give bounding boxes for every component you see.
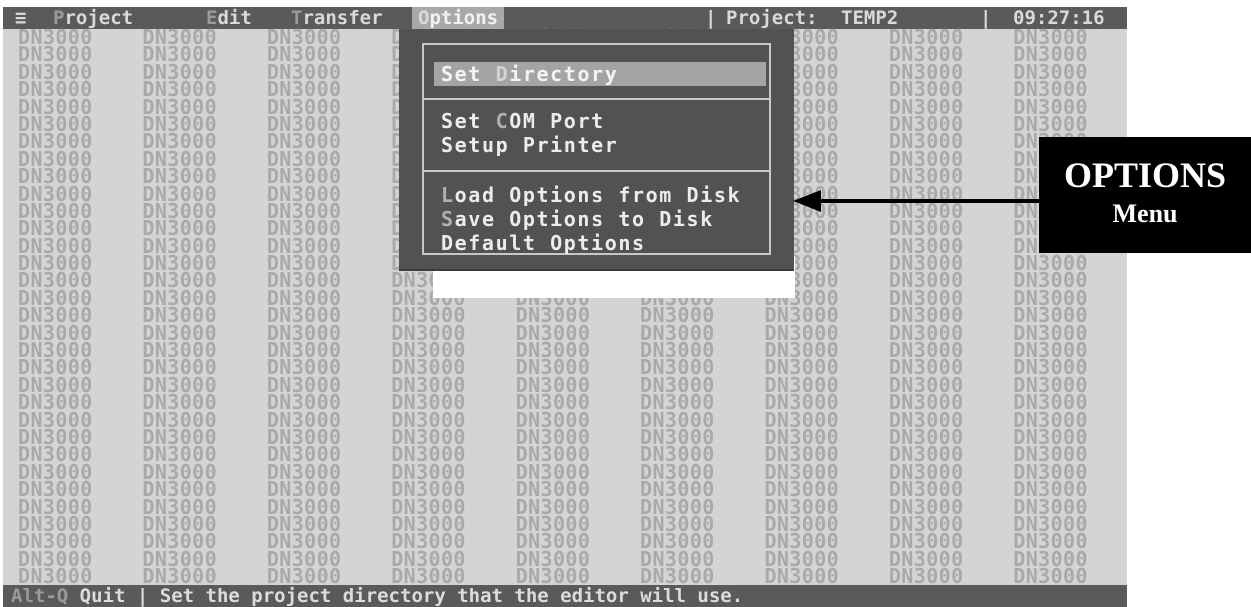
menu-item-label: Set [441,62,496,86]
background-row: DN3000 DN3000 DN3000 DN3000 DN3000 DN300… [18,564,1127,589]
menu-divider [422,170,771,172]
menu-divider [422,98,771,100]
menu-item-set-directory[interactable]: Set Directory [434,62,766,86]
status-separator: | [136,585,149,607]
menu-item-label: u [481,133,496,157]
menu-item-load-options[interactable]: Load Options from Disk [441,183,741,207]
menu-item-set-com-port[interactable]: Set COM Port [441,109,605,133]
callout-subtitle: Menu [1112,199,1178,228]
menu-item-hotkey: S [441,207,455,231]
menu-item-label: oad Options from Disk [454,183,742,207]
menu-item-label: irectory [509,62,619,86]
menu-item-save-options[interactable]: Save Options to Disk [441,207,714,231]
callout-title: OPTIONS [1063,155,1227,195]
menu-item-setup-printer[interactable]: Setup Printer [441,133,618,157]
menu-item-label: Default Options [441,231,646,255]
menu-item-label: Set [441,109,496,133]
menu-item-label: ave Options to Disk [454,207,714,231]
menu-item-label: Set [441,133,482,157]
status-bar: Alt-Q Quit | Set the project directory t… [3,585,1127,607]
quit-label[interactable]: Quit [80,585,126,607]
menu-item-hotkey: D [495,62,510,86]
quit-hotkey[interactable]: Alt-Q [11,585,68,607]
callout-box: OPTIONS Menu [1039,137,1251,253]
menu-item-hotkey: L [441,183,455,207]
options-dropdown: Set Directory Set COM Port Setup Printer… [399,29,794,269]
callout-arrow-icon [793,190,1041,212]
menu-item-label: p Printer [495,133,619,157]
menu-item-hotkey: C [495,109,510,133]
menu-item-default-options[interactable]: Default Options [441,231,646,255]
dos-screen: ≡ Project Edit Transfer Options | Projec… [3,7,1127,607]
status-message: Set the project directory that the edito… [159,585,744,607]
menu-item-label: OM Port [509,109,605,133]
